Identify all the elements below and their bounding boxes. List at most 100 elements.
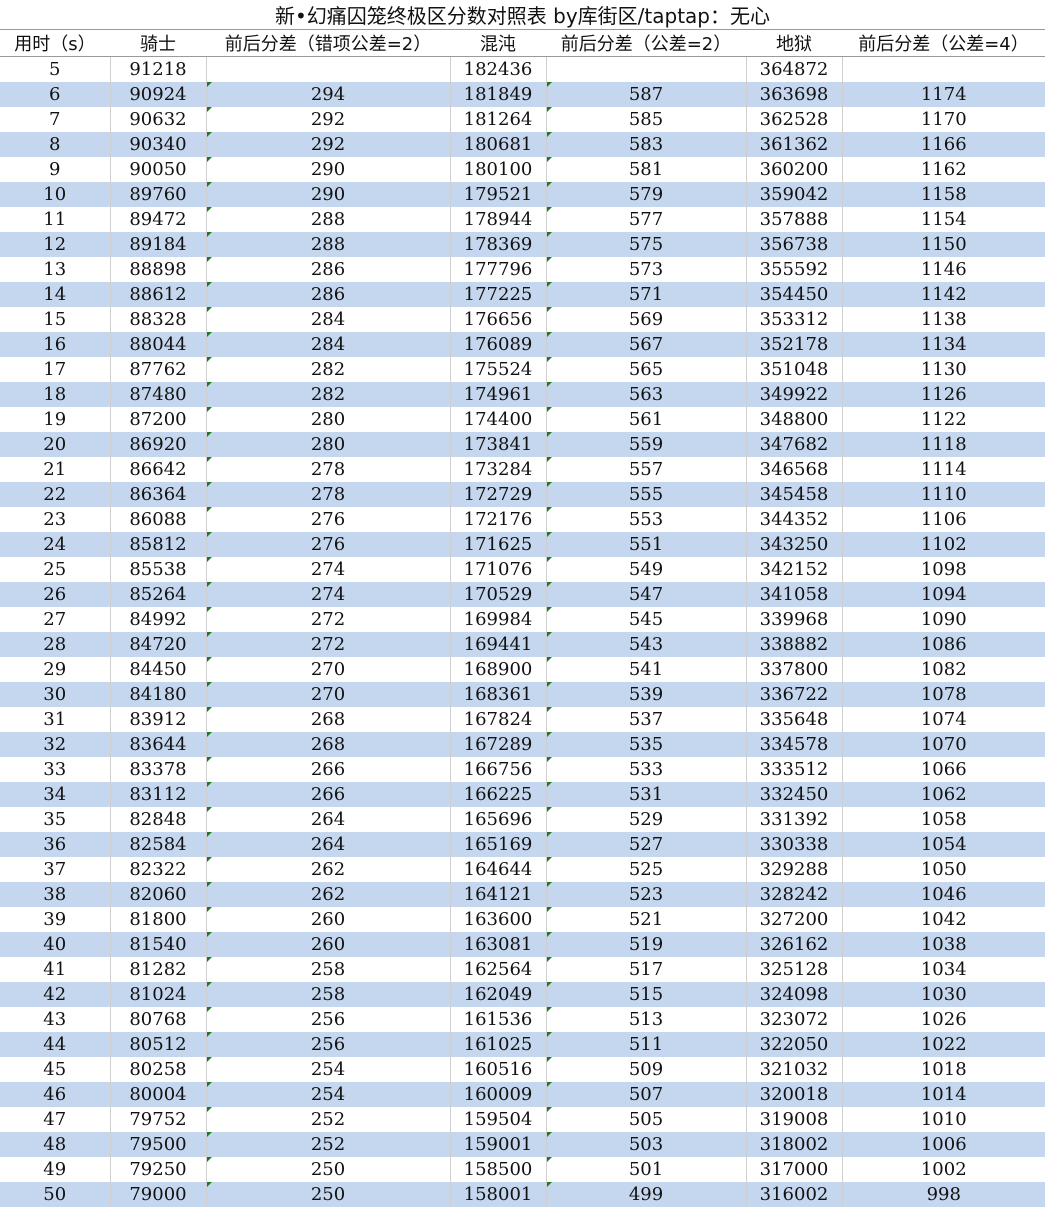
- cell-chaos[interactable]: 159001: [450, 1132, 546, 1157]
- cell-chaos-diff[interactable]: 515: [546, 982, 746, 1007]
- cell-knight-diff[interactable]: 262: [206, 857, 450, 882]
- cell-chaos-diff[interactable]: 525: [546, 857, 746, 882]
- cell-hell[interactable]: 338882: [746, 632, 842, 657]
- header-knight-diff[interactable]: 前后分差（错项公差=2）: [206, 30, 450, 57]
- cell-chaos-diff[interactable]: 555: [546, 482, 746, 507]
- cell-hell-diff[interactable]: 1050: [842, 857, 1045, 882]
- cell-chaos-diff[interactable]: 559: [546, 432, 746, 457]
- cell-chaos-diff[interactable]: 519: [546, 932, 746, 957]
- cell-hell-diff[interactable]: 1130: [842, 357, 1045, 382]
- cell-hell[interactable]: 343250: [746, 532, 842, 557]
- cell-chaos[interactable]: 180681: [450, 132, 546, 157]
- cell-chaos-diff[interactable]: 563: [546, 382, 746, 407]
- cell-hell[interactable]: 353312: [746, 307, 842, 332]
- cell-hell-diff[interactable]: 1074: [842, 707, 1045, 732]
- cell-time[interactable]: 35: [0, 807, 110, 832]
- cell-knight[interactable]: 88328: [110, 307, 206, 332]
- cell-chaos[interactable]: 168900: [450, 657, 546, 682]
- cell-chaos-diff[interactable]: 545: [546, 607, 746, 632]
- cell-chaos-diff[interactable]: 573: [546, 257, 746, 282]
- cell-time[interactable]: 20: [0, 432, 110, 457]
- cell-knight-diff[interactable]: 286: [206, 282, 450, 307]
- cell-chaos[interactable]: 180100: [450, 157, 546, 182]
- cell-knight-diff[interactable]: 272: [206, 632, 450, 657]
- cell-time[interactable]: 26: [0, 582, 110, 607]
- cell-hell-diff[interactable]: 1014: [842, 1082, 1045, 1107]
- cell-hell[interactable]: 359042: [746, 182, 842, 207]
- cell-knight-diff[interactable]: 258: [206, 982, 450, 1007]
- cell-time[interactable]: 7: [0, 107, 110, 132]
- cell-chaos[interactable]: 160516: [450, 1057, 546, 1082]
- cell-time[interactable]: 39: [0, 907, 110, 932]
- cell-knight-diff[interactable]: 284: [206, 332, 450, 357]
- header-hell[interactable]: 地狱: [746, 30, 842, 57]
- cell-hell[interactable]: 364872: [746, 57, 842, 83]
- cell-knight[interactable]: 79500: [110, 1132, 206, 1157]
- cell-chaos[interactable]: 174400: [450, 407, 546, 432]
- cell-time[interactable]: 31: [0, 707, 110, 732]
- cell-chaos[interactable]: 167824: [450, 707, 546, 732]
- cell-hell[interactable]: 321032: [746, 1057, 842, 1082]
- cell-time[interactable]: 13: [0, 257, 110, 282]
- cell-hell-diff[interactable]: 1066: [842, 757, 1045, 782]
- cell-chaos[interactable]: 165696: [450, 807, 546, 832]
- cell-chaos-diff[interactable]: 533: [546, 757, 746, 782]
- cell-hell[interactable]: 344352: [746, 507, 842, 532]
- cell-chaos[interactable]: 162564: [450, 957, 546, 982]
- cell-knight-diff[interactable]: 290: [206, 157, 450, 182]
- cell-knight[interactable]: 79250: [110, 1157, 206, 1182]
- cell-hell-diff[interactable]: 1078: [842, 682, 1045, 707]
- cell-chaos[interactable]: 178944: [450, 207, 546, 232]
- cell-time[interactable]: 36: [0, 832, 110, 857]
- cell-chaos-diff[interactable]: 539: [546, 682, 746, 707]
- cell-hell[interactable]: 326162: [746, 932, 842, 957]
- cell-knight[interactable]: 87200: [110, 407, 206, 432]
- cell-time[interactable]: 15: [0, 307, 110, 332]
- cell-time[interactable]: 43: [0, 1007, 110, 1032]
- cell-chaos[interactable]: 158500: [450, 1157, 546, 1182]
- cell-chaos[interactable]: 162049: [450, 982, 546, 1007]
- cell-knight-diff[interactable]: 260: [206, 907, 450, 932]
- cell-knight[interactable]: 81282: [110, 957, 206, 982]
- cell-chaos-diff[interactable]: 509: [546, 1057, 746, 1082]
- cell-time[interactable]: 32: [0, 732, 110, 757]
- cell-knight-diff[interactable]: 254: [206, 1082, 450, 1107]
- cell-chaos[interactable]: 166756: [450, 757, 546, 782]
- cell-time[interactable]: 16: [0, 332, 110, 357]
- cell-hell-diff[interactable]: 1054: [842, 832, 1045, 857]
- cell-knight[interactable]: 80768: [110, 1007, 206, 1032]
- cell-chaos[interactable]: 161025: [450, 1032, 546, 1057]
- cell-time[interactable]: 33: [0, 757, 110, 782]
- cell-hell-diff[interactable]: 1042: [842, 907, 1045, 932]
- cell-knight[interactable]: 83644: [110, 732, 206, 757]
- cell-time[interactable]: 45: [0, 1057, 110, 1082]
- cell-knight-diff[interactable]: 250: [206, 1182, 450, 1207]
- cell-chaos-diff[interactable]: 535: [546, 732, 746, 757]
- cell-knight[interactable]: 79000: [110, 1182, 206, 1207]
- cell-hell-diff[interactable]: 1094: [842, 582, 1045, 607]
- cell-knight[interactable]: 84992: [110, 607, 206, 632]
- cell-time[interactable]: 41: [0, 957, 110, 982]
- cell-knight-diff[interactable]: 268: [206, 732, 450, 757]
- cell-knight-diff[interactable]: 292: [206, 107, 450, 132]
- cell-hell[interactable]: 334578: [746, 732, 842, 757]
- cell-hell[interactable]: 325128: [746, 957, 842, 982]
- header-chaos-diff[interactable]: 前后分差（公差=2）: [546, 30, 746, 57]
- cell-knight[interactable]: 80258: [110, 1057, 206, 1082]
- cell-knight[interactable]: 81540: [110, 932, 206, 957]
- header-chaos[interactable]: 混沌: [450, 30, 546, 57]
- cell-hell-diff[interactable]: 1102: [842, 532, 1045, 557]
- cell-knight[interactable]: 84450: [110, 657, 206, 682]
- cell-chaos-diff[interactable]: 575: [546, 232, 746, 257]
- cell-knight-diff[interactable]: 278: [206, 482, 450, 507]
- cell-chaos[interactable]: 169984: [450, 607, 546, 632]
- cell-hell[interactable]: 320018: [746, 1082, 842, 1107]
- cell-knight[interactable]: 82584: [110, 832, 206, 857]
- cell-chaos[interactable]: 177225: [450, 282, 546, 307]
- cell-time[interactable]: 49: [0, 1157, 110, 1182]
- cell-hell-diff[interactable]: 1106: [842, 507, 1045, 532]
- cell-chaos-diff[interactable]: 583: [546, 132, 746, 157]
- cell-chaos[interactable]: 173841: [450, 432, 546, 457]
- cell-hell-diff[interactable]: 1018: [842, 1057, 1045, 1082]
- cell-hell[interactable]: 317000: [746, 1157, 842, 1182]
